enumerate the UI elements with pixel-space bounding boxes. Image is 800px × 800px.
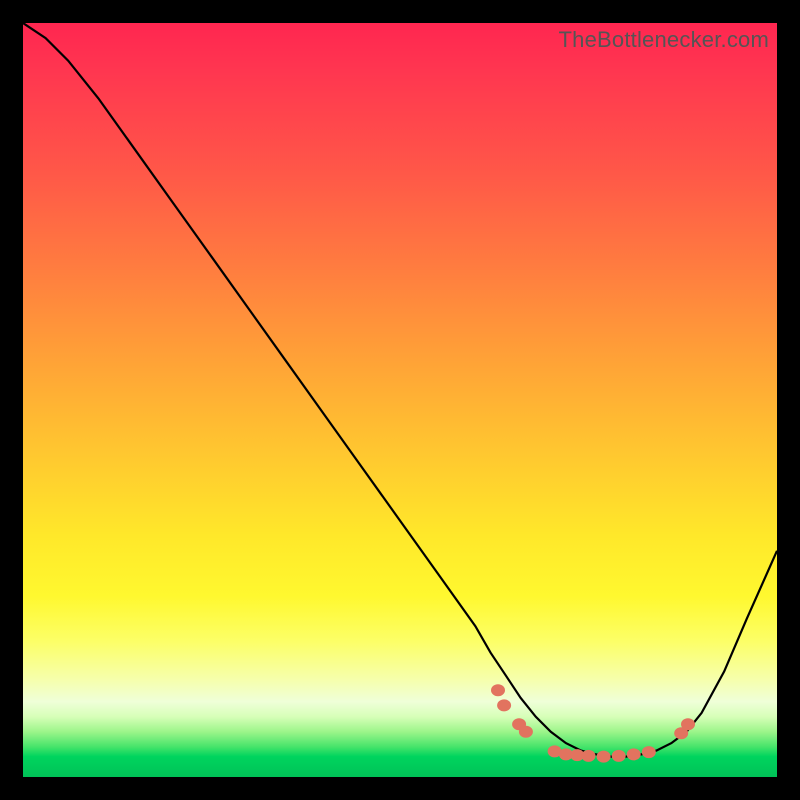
outer-frame: TheBottlenecker.com <box>0 0 800 800</box>
highlight-marker <box>612 750 626 762</box>
bottleneck-curve <box>23 23 777 757</box>
highlight-marker <box>491 684 505 696</box>
highlight-marker <box>627 748 641 760</box>
highlight-marker <box>497 699 511 711</box>
highlight-marker <box>597 751 611 763</box>
highlight-marker <box>519 726 533 738</box>
marker-group <box>491 684 695 762</box>
plot-area: TheBottlenecker.com <box>23 23 777 777</box>
curve-layer <box>23 23 777 777</box>
highlight-marker <box>642 746 656 758</box>
highlight-marker <box>582 750 596 762</box>
watermark-text: TheBottlenecker.com <box>559 27 769 53</box>
highlight-marker <box>681 718 695 730</box>
